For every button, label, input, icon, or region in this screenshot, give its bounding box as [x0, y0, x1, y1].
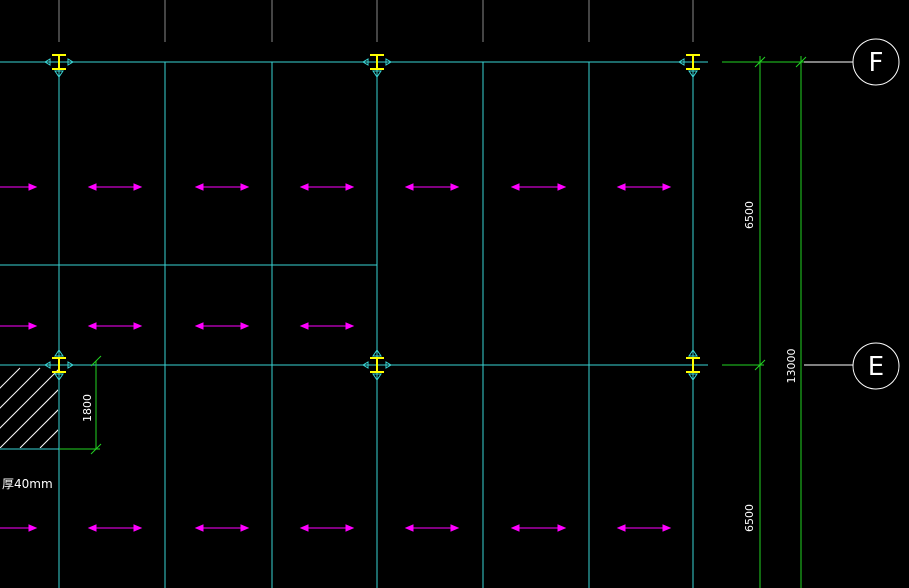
double-arrow-icon: [87, 524, 143, 532]
double-arrow-icon: [194, 524, 250, 532]
cad-drawing-canvas[interactable]: F E 6500 6500 13000 1800 厚40mm: [0, 0, 909, 588]
axis-bubble-e[interactable]: E: [804, 342, 900, 390]
dim-upper-bay: 6500: [743, 201, 756, 229]
columns[interactable]: [44, 54, 700, 381]
axis-label-e: E: [868, 352, 884, 382]
load-arrows: [0, 183, 672, 532]
axis-bubble-f[interactable]: F: [804, 38, 900, 86]
double-arrow-icon: [0, 524, 38, 532]
top-stubs: [58, 0, 694, 42]
dim-total: 13000: [785, 349, 798, 384]
double-arrow-icon: [87, 322, 143, 330]
double-arrow-icon: [299, 183, 355, 191]
double-arrow-icon: [404, 183, 460, 191]
steel-column-icon[interactable]: [678, 54, 700, 78]
double-arrow-icon: [194, 322, 250, 330]
thickness-note: 厚40mm: [2, 477, 53, 491]
double-arrow-icon: [616, 183, 672, 191]
double-arrow-icon: [510, 524, 567, 532]
double-arrow-icon: [404, 524, 460, 532]
double-arrow-icon: [510, 183, 567, 191]
dim-slab-edge: 1800: [81, 394, 94, 422]
double-arrow-icon: [0, 322, 38, 330]
double-arrow-icon: [194, 183, 250, 191]
axis-label-f: F: [869, 48, 884, 78]
double-arrow-icon: [299, 524, 355, 532]
double-arrow-icon: [616, 524, 672, 532]
dim-lower-bay: 6500: [743, 504, 756, 532]
double-arrow-icon: [0, 183, 38, 191]
dimension-lines: [59, 56, 807, 588]
hatched-area: [0, 367, 58, 448]
double-arrow-icon: [299, 322, 355, 330]
double-arrow-icon: [87, 183, 143, 191]
beam-grid[interactable]: [0, 61, 708, 588]
